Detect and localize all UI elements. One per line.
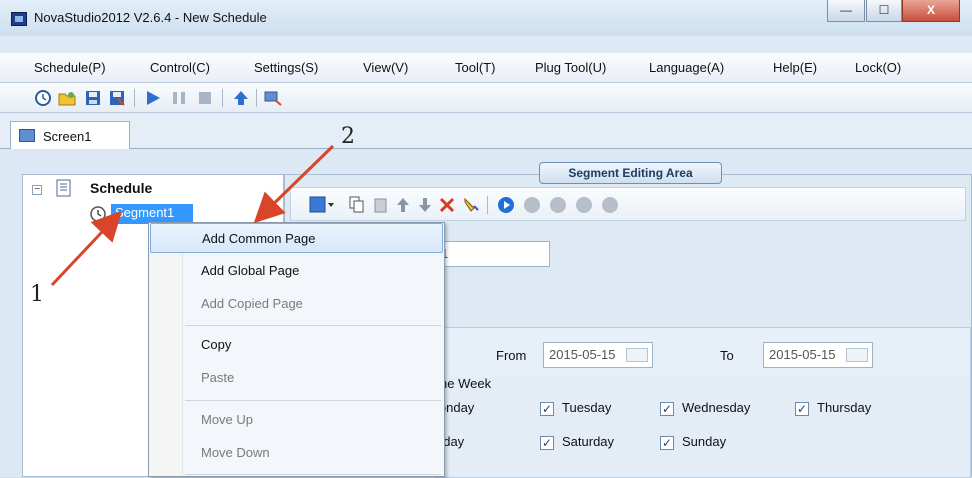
main-toolbar	[0, 83, 972, 113]
save-icon[interactable]	[84, 89, 102, 107]
calendar-dropdown-icon[interactable]	[846, 348, 868, 362]
play-circle-icon[interactable]	[497, 196, 515, 214]
checkbox-saturday[interactable]: ✓	[540, 436, 554, 450]
calendar-dropdown-icon[interactable]	[626, 348, 648, 362]
label-wednesday: Wednesday	[682, 400, 751, 415]
menu-lock[interactable]: Lock(O)	[855, 60, 901, 75]
date-range-group: From 2015-05-15 To 2015-05-15	[435, 327, 971, 377]
label-thursday: Thursday	[817, 400, 872, 415]
toolbar-separator	[256, 89, 257, 107]
upload-arrow-icon[interactable]	[232, 89, 250, 107]
label-tuesday: Tuesday	[562, 400, 612, 415]
menu-tool[interactable]: Tool(T)	[455, 60, 495, 75]
menu-separator	[185, 474, 441, 475]
menu-item-paste[interactable]: Paste	[150, 363, 443, 393]
previous-circle-icon[interactable]	[523, 196, 541, 214]
minimize-button[interactable]: —	[827, 0, 865, 22]
pause-circle-icon[interactable]	[575, 196, 593, 214]
menu-schedule[interactable]: Schedule(P)	[34, 60, 106, 75]
monitor-icon	[19, 129, 35, 142]
menu-item-add-common-page[interactable]: Add Common Page	[150, 223, 443, 253]
label-sunday: Sunday	[682, 434, 727, 449]
menu-help[interactable]: Help(E)	[773, 60, 817, 75]
next-circle-icon[interactable]	[549, 196, 567, 214]
tab-label: Screen1	[43, 129, 92, 144]
move-up-icon[interactable]	[395, 196, 411, 214]
segment-name-field[interactable]: 1	[435, 241, 550, 267]
from-label: From	[496, 348, 527, 363]
app-icon	[11, 12, 27, 26]
menu-item-move-up[interactable]: Move Up	[150, 405, 443, 435]
menu-separator	[185, 325, 441, 326]
page-dropdown-icon[interactable]	[309, 196, 335, 214]
play-icon[interactable]	[144, 89, 162, 107]
send-screen-icon[interactable]	[264, 89, 282, 107]
maximize-button[interactable]: ☐	[866, 0, 902, 22]
menu-control[interactable]: Control(C)	[150, 60, 210, 75]
toolbar-separator	[134, 89, 135, 107]
segment-toolbar	[290, 187, 966, 221]
to-label: To	[720, 348, 734, 363]
open-folder-icon[interactable]	[58, 89, 76, 107]
collapse-icon[interactable]: −	[32, 185, 42, 195]
menu-view[interactable]: View(V)	[363, 60, 408, 75]
screen-tab-strip: Screen1	[0, 113, 972, 149]
menu-plug-tool[interactable]: Plug Tool(U)	[535, 60, 606, 75]
menu-item-add-copied-page[interactable]: Add Copied Page	[150, 289, 443, 319]
move-down-icon[interactable]	[417, 196, 433, 214]
to-date-field[interactable]: 2015-05-15	[763, 342, 873, 368]
menu-separator	[185, 400, 441, 401]
to-date-value: 2015-05-15	[769, 347, 836, 362]
from-date-value: 2015-05-15	[549, 347, 616, 362]
checkbox-thursday[interactable]: ✓	[795, 402, 809, 416]
checkbox-tuesday[interactable]: ✓	[540, 402, 554, 416]
stop-circle-icon[interactable]	[601, 196, 619, 214]
title-bar: NovaStudio2012 V2.6.4 - New Schedule — ☐…	[0, 0, 972, 36]
tree-item-segment1[interactable]: Segment1	[111, 204, 193, 224]
clock-icon	[90, 206, 106, 222]
week-group-label: he Week	[440, 376, 492, 391]
checkbox-wednesday[interactable]: ✓	[660, 402, 674, 416]
pause-icon[interactable]	[170, 89, 188, 107]
close-button[interactable]: X	[902, 0, 960, 22]
checkbox-sunday[interactable]: ✓	[660, 436, 674, 450]
toolbar-separator	[487, 196, 488, 214]
clear-brush-icon[interactable]	[463, 196, 479, 214]
context-menu: Add Common Page Add Global Page Add Copi…	[148, 222, 445, 477]
label-saturday: Saturday	[562, 434, 615, 449]
tree-root-schedule[interactable]: Schedule	[90, 180, 152, 196]
menu-settings[interactable]: Settings(S)	[254, 60, 318, 75]
copy-icon[interactable]	[349, 196, 365, 214]
segment-editing-area-title: Segment Editing Area	[539, 162, 722, 184]
menu-item-add-global-page[interactable]: Add Global Page	[150, 256, 443, 286]
stop-icon[interactable]	[196, 89, 214, 107]
toolbar-separator	[222, 89, 223, 107]
clock-icon[interactable]	[34, 89, 52, 107]
window-title: NovaStudio2012 V2.6.4 - New Schedule	[34, 10, 267, 25]
from-date-field[interactable]: 2015-05-15	[543, 342, 653, 368]
menu-language[interactable]: Language(A)	[649, 60, 724, 75]
save-as-icon[interactable]	[108, 89, 126, 107]
menu-item-copy[interactable]: Copy	[150, 330, 443, 360]
delete-icon[interactable]	[439, 196, 455, 214]
menu-bar: Schedule(P) Control(C) Settings(S) View(…	[0, 53, 972, 83]
week-group: he Week ✓ Tuesday ✓ Wednesday ✓ Thursday…	[435, 365, 971, 478]
annotation-step-1: 1	[30, 282, 44, 307]
document-icon	[56, 179, 71, 197]
window-frame	[0, 36, 972, 53]
tab-screen1[interactable]: Screen1	[10, 121, 130, 149]
annotation-step-2: 2	[341, 124, 355, 149]
paste-icon[interactable]	[373, 196, 389, 214]
menu-item-move-down[interactable]: Move Down	[150, 438, 443, 468]
